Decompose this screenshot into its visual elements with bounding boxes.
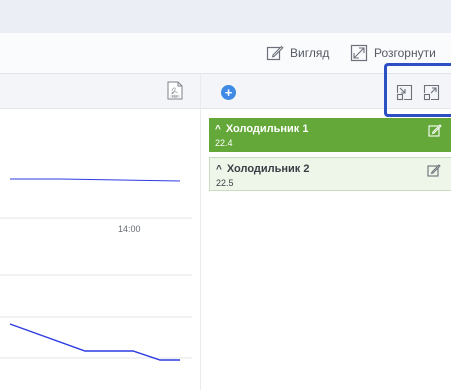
series-line-2: [9, 323, 180, 361]
plus-icon: +: [224, 85, 233, 100]
device-value: 22.4: [215, 138, 233, 148]
pdf-icon[interactable]: PDF: [167, 81, 183, 100]
window-top-bar: [0, 0, 451, 33]
chevron-up-icon: ^: [216, 163, 222, 175]
expand-label: Розгорнути: [374, 46, 436, 60]
view-button[interactable]: Вигляд: [266, 41, 329, 65]
device-value: 22.5: [216, 178, 234, 188]
edit-icon[interactable]: [427, 163, 441, 177]
series-line-1: [10, 178, 181, 182]
expand-button[interactable]: Розгорнути: [350, 41, 436, 65]
highlight-box: [384, 63, 451, 117]
edit-icon[interactable]: [428, 123, 442, 137]
device-card-2[interactable]: ^ Холодильник 2 22.5: [209, 157, 451, 191]
devices-panel: + ^ Холодильник 1 22.4 ^ Холодильник 2 2…: [201, 74, 451, 390]
view-label: Вигляд: [290, 46, 330, 60]
svg-text:PDF: PDF: [172, 95, 178, 99]
temperature-chart: 14:00: [0, 178, 192, 361]
edit-icon: [266, 45, 284, 61]
x-tick-label: 14:00: [118, 224, 141, 234]
chart-panel: PDF 14:00: [0, 74, 201, 390]
device-card-1[interactable]: ^ Холодильник 1 22.4: [209, 118, 451, 152]
device-name: Холодильник 2: [226, 163, 310, 175]
device-name: Холодильник 1: [225, 123, 309, 135]
expand-diagonal-icon: [350, 44, 368, 62]
chart-panel-header: PDF: [0, 74, 200, 109]
chevron-up-icon: ^: [215, 123, 221, 135]
add-device-button[interactable]: +: [221, 85, 236, 100]
device-card-title: ^ Холодильник 2: [216, 163, 309, 175]
device-card-title: ^ Холодильник 1: [215, 123, 308, 135]
